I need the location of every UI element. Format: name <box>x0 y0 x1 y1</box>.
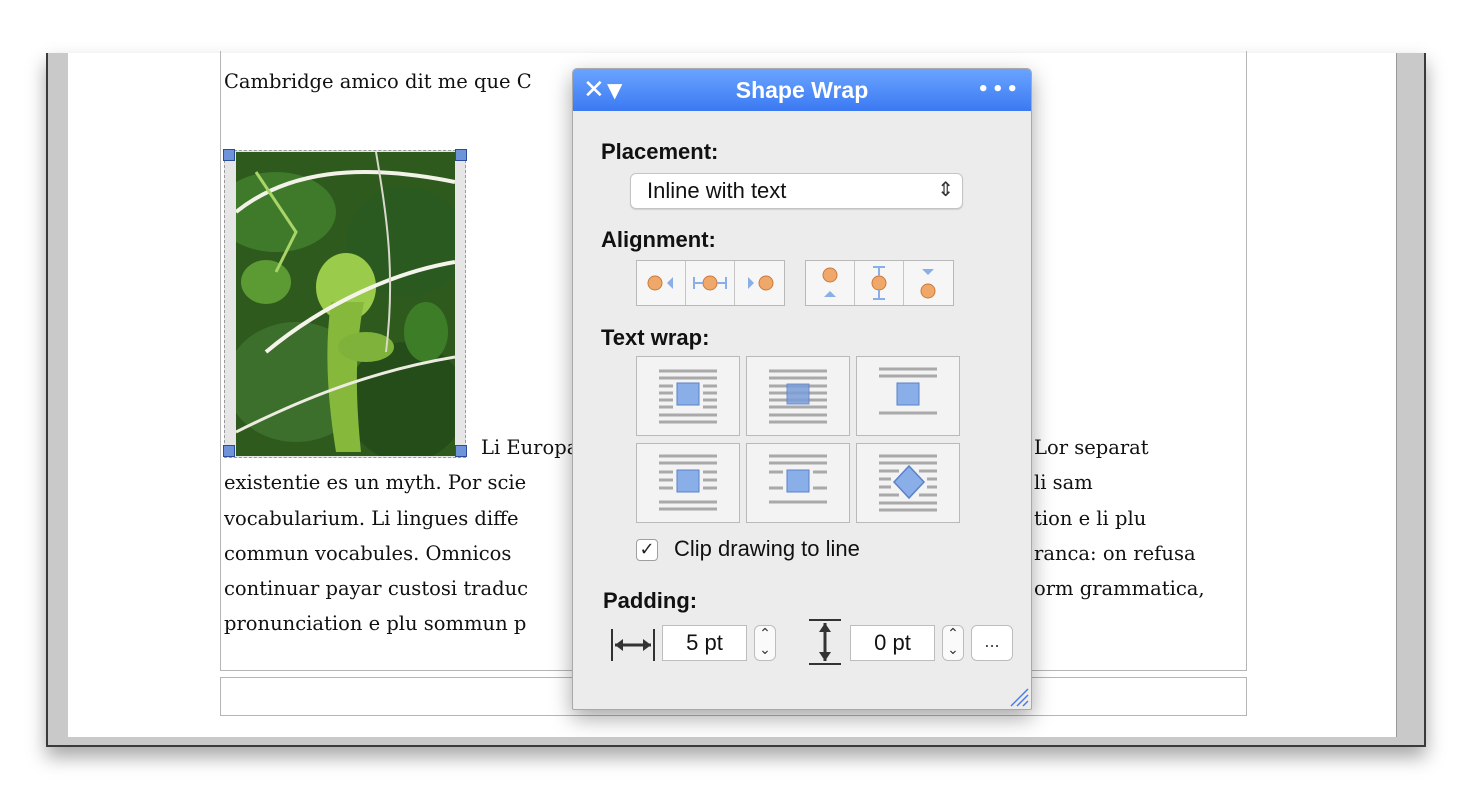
wrap-front-icon[interactable] <box>746 443 850 523</box>
wrap-tight-icon[interactable] <box>856 443 960 523</box>
vertical-padding-icon <box>809 619 841 665</box>
resize-handle-top-right[interactable] <box>455 149 467 161</box>
padding-vertical-input[interactable]: 0 pt <box>850 625 935 661</box>
wrap-top-bottom-icon[interactable] <box>856 356 960 436</box>
selected-image[interactable] <box>223 149 467 458</box>
doc-line-5-right: orm grammatica, <box>1034 577 1205 600</box>
palette-titlebar[interactable]: ✕ ▼ Shape Wrap ••• <box>573 69 1031 111</box>
vertical-alignment-group <box>805 260 954 306</box>
palette-title: Shape Wrap <box>735 77 869 103</box>
doc-line-6: pronunciation e plu sommun p <box>224 612 527 635</box>
padding-vertical-stepper[interactable]: ⌃ ⌄ <box>942 625 964 661</box>
align-left-icon[interactable] <box>637 261 686 305</box>
chevron-updown-icon: ⇕ <box>937 179 954 201</box>
wrap-behind-icon[interactable] <box>636 443 740 523</box>
resize-handle-bottom-right[interactable] <box>455 445 467 457</box>
placement-value: Inline with text <box>647 178 787 203</box>
horizontal-alignment-group <box>636 260 785 306</box>
resize-handle-bottom-left[interactable] <box>223 445 235 457</box>
doc-line-cut <box>224 52 230 65</box>
doc-line-5: continuar payar custosi traduc <box>224 577 529 600</box>
padding-label: Padding: <box>603 588 698 613</box>
align-middle-icon[interactable] <box>855 261 904 305</box>
text-wrap-label: Text wrap: <box>601 325 710 350</box>
doc-line-1-right: Lor separat <box>1034 436 1149 459</box>
wrap-square-icon[interactable] <box>636 356 740 436</box>
more-padding-button[interactable]: ... <box>971 625 1013 661</box>
padding-horizontal-input[interactable]: 5 pt <box>662 625 747 661</box>
doc-line-3-right: tion e li plu <box>1034 507 1147 530</box>
doc-line-2: existentie es un myth. Por scie <box>224 471 527 494</box>
align-right-icon[interactable] <box>735 261 784 305</box>
wrap-inline-icon[interactable] <box>746 356 850 436</box>
placement-select[interactable]: Inline with text ⇕ <box>630 173 963 209</box>
resize-handle-top-left[interactable] <box>223 149 235 161</box>
alignment-label: Alignment: <box>601 227 716 252</box>
placement-label: Placement: <box>601 139 719 164</box>
doc-line-2-right: li sam <box>1034 471 1093 494</box>
doc-line-4-right: ranca: on refusa <box>1034 542 1196 565</box>
resize-grip-icon[interactable] <box>1007 685 1029 707</box>
align-top-icon[interactable] <box>806 261 855 305</box>
align-bottom-icon[interactable] <box>904 261 953 305</box>
doc-line-3: vocabularium. Li lingues diffe <box>224 507 519 530</box>
doc-line-top: Cambridge amico dit me que C <box>224 70 532 93</box>
doc-line-1: Li Europa <box>481 436 579 459</box>
padding-horizontal-stepper[interactable]: ⌃ ⌄ <box>754 625 776 661</box>
horizontal-padding-icon <box>611 629 655 661</box>
plant-photo <box>236 152 455 456</box>
clip-drawing-label[interactable]: Clip drawing to line <box>674 536 860 562</box>
shape-wrap-palette: ✕ ▼ Shape Wrap ••• Placement: Inline wit… <box>572 68 1032 710</box>
clip-drawing-checkbox[interactable]: ✓ <box>636 539 658 561</box>
doc-line-4: commun vocabules. Omnicos <box>224 542 512 565</box>
more-icon[interactable]: ••• <box>977 79 1021 100</box>
align-center-icon[interactable] <box>686 261 735 305</box>
